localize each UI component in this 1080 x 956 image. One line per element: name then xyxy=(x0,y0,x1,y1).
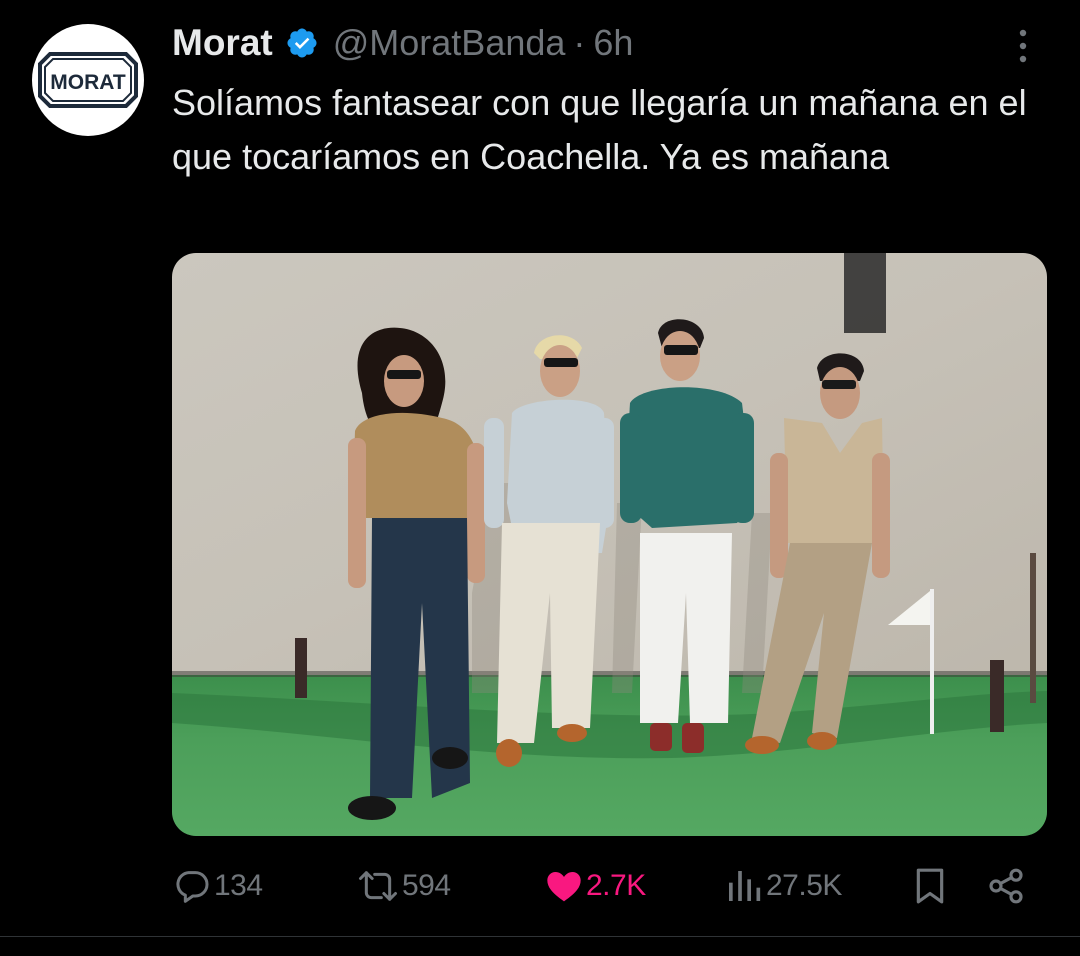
morat-logo: MORAT xyxy=(38,52,138,108)
separator-dot: · xyxy=(573,22,586,63)
repost-count: 594 xyxy=(402,869,451,902)
views-button[interactable]: 27.5K xyxy=(724,860,842,912)
heart-icon xyxy=(547,872,581,902)
timestamp[interactable]: 6h xyxy=(593,22,633,64)
repost-icon xyxy=(359,871,397,901)
reply-button[interactable]: 134 xyxy=(172,860,263,912)
avatar-logo-text: MORAT xyxy=(50,71,126,94)
views-icon xyxy=(729,871,761,901)
reply-icon xyxy=(176,871,209,903)
tweet-actions: 134 594 2.7K 27.5K xyxy=(172,860,1032,912)
display-name[interactable]: Morat xyxy=(172,22,273,64)
share-icon xyxy=(989,868,1023,904)
tweet-photo[interactable] xyxy=(172,253,1047,836)
divider xyxy=(0,936,1080,937)
tweet-header: Morat @MoratBanda · 6h xyxy=(172,18,633,68)
more-icon[interactable] xyxy=(1008,26,1038,66)
reply-count: 134 xyxy=(214,869,263,902)
like-count: 2.7K xyxy=(586,869,646,902)
tweet[interactable]: MORAT Morat @MoratBanda · 6h Solíamos fa… xyxy=(0,0,1080,936)
views-count: 27.5K xyxy=(766,869,842,902)
avatar[interactable]: MORAT xyxy=(32,24,144,136)
handle[interactable]: @MoratBanda xyxy=(333,22,566,64)
tweet-text: Solíamos fantasear con que llegaría un m… xyxy=(172,82,1027,177)
verified-badge-icon xyxy=(285,26,319,60)
repost-button[interactable]: 594 xyxy=(356,860,451,912)
bookmark-icon xyxy=(916,868,944,904)
share-button[interactable] xyxy=(986,860,1026,912)
like-button[interactable]: 2.7K xyxy=(544,860,646,912)
bookmark-button[interactable] xyxy=(910,860,950,912)
